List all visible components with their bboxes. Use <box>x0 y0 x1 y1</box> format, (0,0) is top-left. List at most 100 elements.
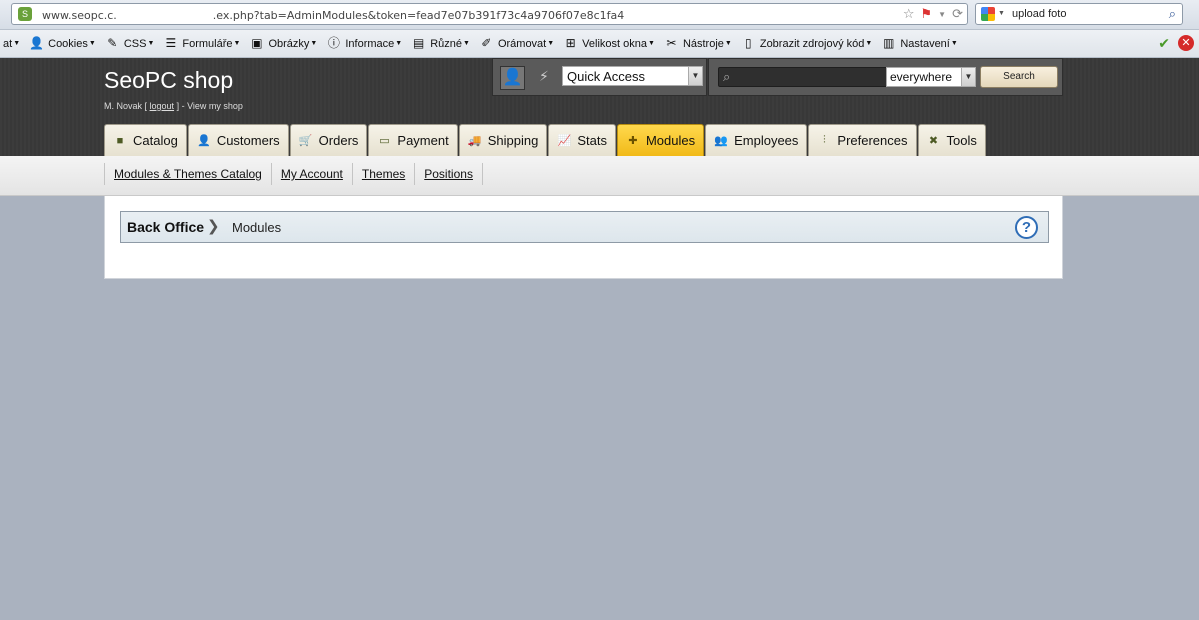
tab-label: Stats <box>577 133 607 148</box>
breadcrumb-root[interactable]: Back Office <box>127 219 204 235</box>
web-developer-toolbar: at ▼ 👤 Cookies ▼ ✎ CSS ▼ ☰ Formuláře ▼ ▣ Obrázky ▼ ⓘ In… <box>0 30 1199 58</box>
form-icon: ☰ <box>165 36 177 50</box>
error-icon[interactable]: ✕ <box>1178 35 1194 51</box>
toolbar-menu-item[interactable]: 👤 Cookies ▼ <box>26 36 99 51</box>
help-icon[interactable]: ? <box>1015 216 1038 239</box>
dropdown-caret-icon: ▼ <box>147 40 155 47</box>
quick-access-value: Quick Access <box>567 69 646 84</box>
browser-url-row: S www.seopc.c. .ex.php?tab=AdminModules&t… <box>0 0 1199 30</box>
subnav-item[interactable]: Modules & Themes Catalog <box>104 163 272 185</box>
check-icon[interactable]: ✔ <box>1158 35 1170 52</box>
dropdown-caret-icon: ▼ <box>463 40 470 47</box>
flag-icon[interactable]: ⚑ <box>921 6 933 22</box>
misc-icon: ▤ <box>413 36 425 50</box>
settings-icon: ▥ <box>883 36 895 50</box>
subnav-item[interactable]: My Account <box>272 163 353 185</box>
quick-access-select[interactable]: Quick Access ▼ <box>562 66 703 86</box>
breadcrumb: Back Office ❯ Modules ? <box>120 211 1049 243</box>
logout-link[interactable]: logout <box>150 101 175 111</box>
view-shop-link[interactable]: View my shop <box>187 101 243 111</box>
tab-stats[interactable]: 📈 Stats <box>548 124 616 156</box>
dropdown-caret-icon: ▼ <box>648 40 655 47</box>
search-icon[interactable]: ⌕ <box>1169 6 1176 22</box>
user-line: M. Novak [ logout ] - View my shop <box>104 101 243 111</box>
toolbar-menu-item[interactable]: ⓘ Informace ▼ <box>323 36 405 51</box>
toolbar-menu-label: Nastavení <box>900 37 950 50</box>
toolbar-menu-item[interactable]: at ▼ <box>0 38 23 50</box>
info-icon: ⓘ <box>327 36 340 50</box>
toolbar-menu-item[interactable]: ▥ Nastavení ▼ <box>878 36 960 51</box>
employees-icon: 👥 <box>714 135 728 147</box>
employee-avatar-icon[interactable]: 👤 <box>500 66 525 90</box>
subnav-item[interactable]: Positions <box>415 163 483 185</box>
dropdown-caret-icon: ▼ <box>395 40 403 47</box>
reload-icon[interactable]: ⟳ <box>952 6 963 22</box>
chevron-down-icon[interactable]: ▼ <box>961 68 975 86</box>
search-scope-value: everywhere <box>890 70 953 84</box>
dropdown-caret-icon: ▼ <box>724 40 732 47</box>
toolbar-menu-label: Zobrazit zdrojový kód <box>759 37 865 50</box>
toolbar-menu-item[interactable]: ⊞ Velikost okna ▼ <box>560 36 658 51</box>
tab-label: Shipping <box>487 133 539 148</box>
toolbar-status: ✔ ✕ <box>1158 35 1194 52</box>
site-favicon-icon: S <box>18 7 32 21</box>
modules-icon: ✚ <box>628 135 638 147</box>
user-name: M. Novak <box>104 101 143 111</box>
toolbar-menu-item[interactable]: ▤ Různé ▼ <box>408 36 473 51</box>
tab-employees[interactable]: 👥 Employees <box>705 124 808 156</box>
address-text[interactable]: www.seopc.c. .ex.php?tab=AdminModules&tok… <box>42 7 624 22</box>
dropdown-caret-icon: ▼ <box>950 40 958 47</box>
sub-navigation: Modules & Themes Catalog My Account Themes… <box>0 156 1199 196</box>
toolbar-menu-label: Informace <box>345 37 395 50</box>
google-icon[interactable] <box>981 7 995 21</box>
tab-payment[interactable]: ▭ Payment <box>368 124 458 156</box>
toolbar-menu-label: Velikost okna <box>582 37 647 50</box>
toolbar-menu-item[interactable]: ▯ Zobrazit zdrojový kód ▼ <box>738 36 875 51</box>
toolbar-menu-label: Cookies <box>48 37 88 50</box>
resize-icon: ⊞ <box>565 36 576 50</box>
tab-tools[interactable]: ✖ Tools <box>917 124 986 156</box>
image-icon: ▣ <box>251 36 263 50</box>
person-icon: 👤 <box>29 36 45 50</box>
toolbar-menu-item[interactable]: ▣ Obrázky ▼ <box>246 36 320 51</box>
bookmark-star-icon[interactable]: ☆ <box>903 6 915 22</box>
shipping-icon: 🚚 <box>467 135 482 147</box>
toolbar-menu-label: Orámovat <box>497 37 547 50</box>
toolbar-menu-item[interactable]: ✎ CSS ▼ <box>102 36 158 51</box>
tab-label: Payment <box>397 133 449 148</box>
shop-title: SeoPC shop <box>104 67 234 93</box>
tab-catalog[interactable]: ■ Catalog <box>104 124 187 156</box>
tab-label: Catalog <box>133 133 178 148</box>
toolbar-menu-label: Formuláře <box>182 37 233 50</box>
tab-modules[interactable]: ✚ Modules <box>616 124 705 156</box>
dropdown-arrow-icon[interactable]: ▼ <box>938 10 946 19</box>
tab-shipping[interactable]: 🚚 Shipping <box>458 124 548 156</box>
browser-search-bar[interactable]: ▼ upload foto ⌕ <box>975 3 1183 25</box>
search-scope-select[interactable]: everywhere ▼ <box>886 67 976 87</box>
chevron-down-icon[interactable]: ▼ <box>688 67 702 85</box>
tools-icon: ✖ <box>928 135 939 147</box>
tab-customers[interactable]: 👤 Customers <box>187 124 289 156</box>
search-button[interactable]: Search <box>980 66 1058 88</box>
toolbar-menu-label: CSS <box>123 37 147 50</box>
toolbar-menu-item[interactable]: ✂ Nástroje ▼ <box>661 36 735 51</box>
main-tabs: ■ Catalog 👤 Customers 🛒 Orders ▭ Payment 🚚 Shippi… <box>104 124 987 156</box>
dropdown-caret-icon: ▼ <box>13 40 21 47</box>
subnav-item[interactable]: Themes <box>353 163 416 185</box>
source-icon: ▯ <box>745 36 752 50</box>
toolbar-menu-item[interactable]: ✐ Orámovat ▼ <box>476 36 557 51</box>
dropdown-caret-icon: ▼ <box>547 40 555 47</box>
search-icon: ⌕ <box>723 69 731 84</box>
search-engine-caret-icon[interactable]: ▼ <box>998 10 1005 17</box>
dropdown-caret-icon: ▼ <box>310 40 318 47</box>
toolbar-menu-item[interactable]: ☰ Formuláře ▼ <box>160 36 243 51</box>
toolbar-menu-label: at <box>3 37 13 50</box>
tab-label: Customers <box>216 133 280 148</box>
tab-label: Employees <box>734 133 799 148</box>
tab-preferences[interactable]: ⫶ Preferences <box>808 124 917 156</box>
tab-orders[interactable]: 🛒 Orders <box>289 124 368 156</box>
tab-label: Modules <box>645 133 696 148</box>
address-bar[interactable]: S www.seopc.c. .ex.php?tab=AdminModules&t… <box>11 3 968 25</box>
dropdown-caret-icon: ▼ <box>88 40 96 47</box>
admin-search-panel: ⌕ everywhere ▼ Search <box>708 58 1063 96</box>
